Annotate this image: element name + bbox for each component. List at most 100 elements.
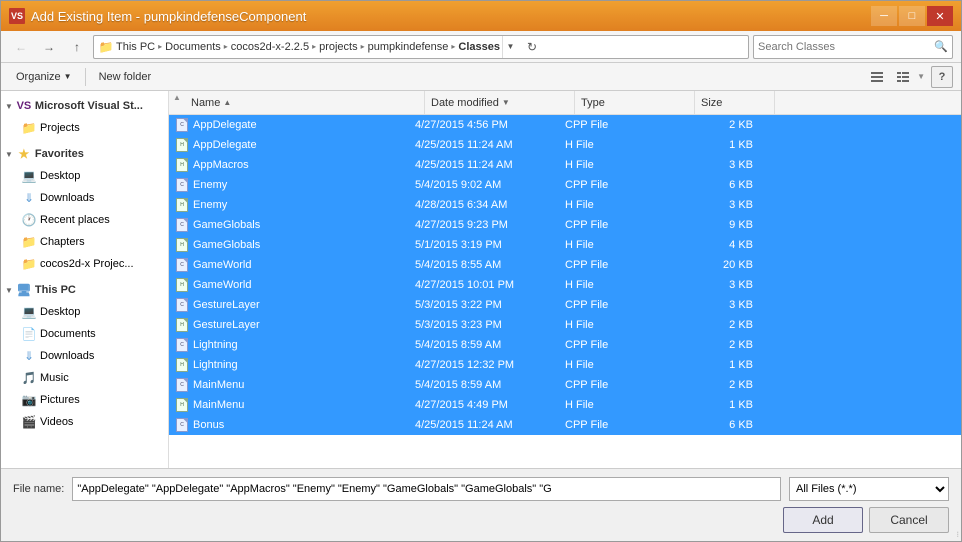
sidebar-item-pictures-pc[interactable]: 📷 Pictures	[1, 389, 168, 411]
back-button[interactable]: ←	[9, 35, 33, 59]
address-part-cocos: cocos2d-x-2.2.5	[231, 41, 309, 53]
view-details-button[interactable]	[891, 66, 915, 88]
sidebar-item-music-pc[interactable]: 🎵 Music	[1, 367, 168, 389]
resize-handle[interactable]: ⁝	[947, 527, 961, 541]
left-panel: ▼ VS Microsoft Visual St... 📁 Projects ▼…	[1, 91, 169, 468]
sidebar-item-downloads-pc[interactable]: ⇓ Downloads	[1, 345, 168, 367]
organize-toolbar: Organize ▼ New folder	[1, 63, 961, 91]
column-header-date[interactable]: Date modified ▼	[425, 91, 575, 114]
sidebar-item-projects[interactable]: 📁 Projects	[1, 117, 168, 139]
vs-icon: VS	[9, 8, 25, 24]
table-row[interactable]: H AppDelegate 4/25/2015 11:24 AM H File …	[169, 135, 961, 155]
address-folder-icon: 📁	[98, 39, 114, 55]
table-row[interactable]: H GameGlobals 5/1/2015 3:19 PM H File 4 …	[169, 235, 961, 255]
downloads-pc-icon: ⇓	[21, 348, 37, 364]
cancel-button[interactable]: Cancel	[869, 507, 949, 533]
file-list[interactable]: C AppDelegate 4/27/2015 4:56 PM CPP File…	[169, 115, 961, 468]
search-input[interactable]	[758, 41, 930, 53]
column-headers: ▲ Name ▲ Date modified ▼ Type Size	[169, 91, 961, 115]
view-list-button[interactable]	[865, 66, 889, 88]
view-dropdown-icon[interactable]: ▼	[917, 72, 925, 81]
file-name-cell: H GameWorld	[169, 278, 409, 292]
vs-label: Microsoft Visual St...	[35, 100, 143, 112]
address-dropdown-button[interactable]: ▼	[502, 36, 518, 58]
file-type-cell: CPP File	[559, 219, 679, 231]
table-row[interactable]: C Lightning 5/4/2015 8:59 AM CPP File 2 …	[169, 335, 961, 355]
pictures-pc-label: Pictures	[40, 394, 80, 406]
sidebar-item-visual-studio[interactable]: ▼ VS Microsoft Visual St...	[1, 95, 168, 117]
file-name-cell: C AppDelegate	[169, 118, 409, 132]
nav-toolbar: ← → ↑ 📁 This PC ▸ Documents ▸ cocos2d-x-…	[1, 31, 961, 63]
close-button[interactable]: ✕	[927, 6, 953, 26]
table-row[interactable]: H MainMenu 4/27/2015 4:49 PM H File 1 KB	[169, 395, 961, 415]
table-row[interactable]: H GameWorld 4/27/2015 10:01 PM H File 3 …	[169, 275, 961, 295]
table-row[interactable]: H AppMacros 4/25/2015 11:24 AM H File 3 …	[169, 155, 961, 175]
address-part-pumpkin: pumpkindefense	[368, 41, 449, 53]
add-button[interactable]: Add	[783, 507, 863, 533]
column-header-name[interactable]: Name ▲	[185, 91, 425, 114]
sidebar-item-recent-places[interactable]: 🕐 Recent places	[1, 209, 168, 231]
address-refresh-button[interactable]: ↻	[522, 37, 542, 57]
table-row[interactable]: H GestureLayer 5/3/2015 3:23 PM H File 2…	[169, 315, 961, 335]
h-file-icon: H	[175, 358, 189, 372]
sidebar-item-chapters[interactable]: 📁 Chapters	[1, 231, 168, 253]
file-name-cell: C GestureLayer	[169, 298, 409, 312]
file-type-cell: H File	[559, 159, 679, 171]
music-pc-label: Music	[40, 372, 69, 384]
documents-pc-icon: 📄	[21, 326, 37, 342]
file-date-cell: 5/1/2015 3:19 PM	[409, 239, 559, 251]
maximize-button[interactable]: □	[899, 6, 925, 26]
name-sort-arrow: ▲	[223, 98, 231, 107]
filename-input[interactable]	[72, 477, 781, 501]
sidebar-item-cocos[interactable]: 📁 cocos2d-x Projec...	[1, 253, 168, 275]
table-row[interactable]: C AppDelegate 4/27/2015 4:56 PM CPP File…	[169, 115, 961, 135]
minimize-button[interactable]: ─	[871, 6, 897, 26]
downloads-fav-icon: ⇓	[21, 190, 37, 206]
file-date-cell: 4/27/2015 4:49 PM	[409, 399, 559, 411]
sidebar-item-videos-pc[interactable]: 🎬 Videos	[1, 411, 168, 433]
table-row[interactable]: C Bonus 4/25/2015 11:24 AM CPP File 6 KB	[169, 415, 961, 435]
address-bar[interactable]: 📁 This PC ▸ Documents ▸ cocos2d-x-2.2.5 …	[93, 35, 749, 59]
new-folder-button[interactable]: New folder	[92, 66, 159, 88]
h-file-icon: H	[175, 138, 189, 152]
file-size-cell: 1 KB	[679, 139, 759, 151]
music-pc-icon: 🎵	[21, 370, 37, 386]
h-file-icon: H	[175, 318, 189, 332]
projects-label: Projects	[40, 122, 80, 134]
help-button[interactable]: ?	[931, 66, 953, 88]
sidebar-item-documents-pc[interactable]: 📄 Documents	[1, 323, 168, 345]
table-row[interactable]: C GameGlobals 4/27/2015 9:23 PM CPP File…	[169, 215, 961, 235]
filetype-select[interactable]: All Files (*.*)	[789, 477, 949, 501]
table-row[interactable]: C GameWorld 5/4/2015 8:55 AM CPP File 20…	[169, 255, 961, 275]
search-box[interactable]: 🔍	[753, 35, 953, 59]
sidebar-item-desktop-fav[interactable]: 💻 Desktop	[1, 165, 168, 187]
organize-button[interactable]: Organize ▼	[9, 66, 79, 88]
file-date-cell: 4/25/2015 11:24 AM	[409, 159, 559, 171]
file-size-cell: 2 KB	[679, 379, 759, 391]
vs-expand-icon: ▼	[5, 102, 13, 111]
table-row[interactable]: C Enemy 5/4/2015 9:02 AM CPP File 6 KB	[169, 175, 961, 195]
file-name-cell: C Bonus	[169, 418, 409, 432]
column-header-size[interactable]: Size	[695, 91, 775, 114]
downloads-pc-label: Downloads	[40, 350, 94, 362]
file-name-cell: H MainMenu	[169, 398, 409, 412]
sidebar-item-favorites[interactable]: ▼ ★ Favorites	[1, 143, 168, 165]
table-row[interactable]: C GestureLayer 5/3/2015 3:22 PM CPP File…	[169, 295, 961, 315]
desktop-pc-icon: 💻	[21, 304, 37, 320]
address-part-classes: Classes	[458, 41, 500, 53]
up-button[interactable]: ↑	[65, 35, 89, 59]
sidebar-item-this-pc[interactable]: ▼ 🖥 This PC	[1, 279, 168, 301]
sidebar-item-downloads-fav[interactable]: ⇓ Downloads	[1, 187, 168, 209]
file-date-cell: 5/4/2015 8:59 AM	[409, 379, 559, 391]
table-row[interactable]: H Lightning 4/27/2015 12:32 PM H File 1 …	[169, 355, 961, 375]
file-size-cell: 3 KB	[679, 279, 759, 291]
file-type-cell: H File	[559, 139, 679, 151]
file-date-cell: 5/4/2015 8:55 AM	[409, 259, 559, 271]
cpp-file-icon: C	[175, 118, 189, 132]
forward-button[interactable]: →	[37, 35, 61, 59]
sidebar-item-desktop-pc[interactable]: 💻 Desktop	[1, 301, 168, 323]
favorites-star-icon: ★	[16, 146, 32, 162]
table-row[interactable]: H Enemy 4/28/2015 6:34 AM H File 3 KB	[169, 195, 961, 215]
table-row[interactable]: C MainMenu 5/4/2015 8:59 AM CPP File 2 K…	[169, 375, 961, 395]
column-header-type[interactable]: Type	[575, 91, 695, 114]
